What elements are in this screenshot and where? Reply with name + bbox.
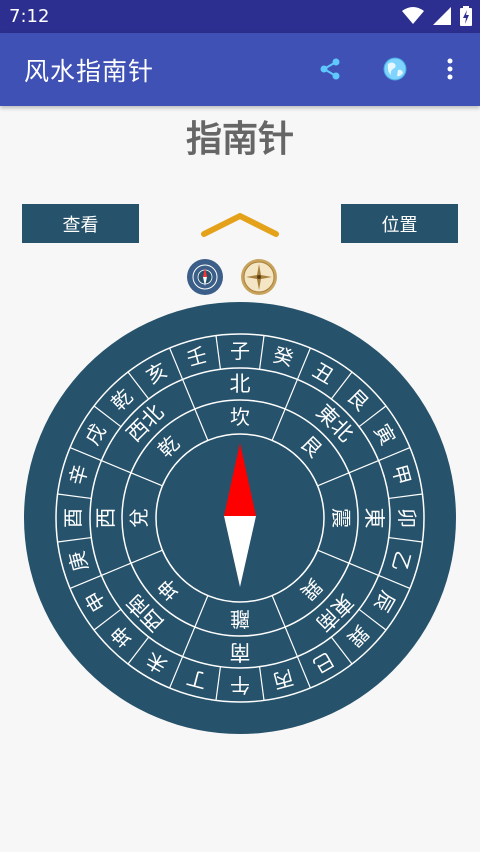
trigram-label: 兌 — [127, 508, 151, 528]
compass-style-1-button[interactable] — [186, 258, 224, 296]
wifi-icon — [402, 7, 424, 24]
globe-icon — [383, 57, 407, 81]
direction-indicator-icon — [201, 213, 279, 237]
mountain-label: 子 — [230, 339, 250, 363]
globe-button[interactable] — [377, 51, 413, 87]
direction-label: 北 — [230, 372, 251, 396]
overflow-menu-button[interactable] — [432, 51, 468, 87]
status-time: 7:12 — [9, 6, 50, 27]
mountain-label: 酉 — [61, 508, 85, 528]
compass-style-2-button[interactable] — [240, 258, 278, 296]
mountain-label: 午 — [230, 673, 250, 697]
mountain-label: 卯 — [395, 508, 419, 528]
signal-icon — [433, 7, 451, 25]
trigram-label: 坎 — [230, 405, 250, 429]
golden-compass-thumbnail-icon — [241, 259, 277, 295]
location-button[interactable]: 位置 — [341, 204, 458, 243]
trigram-label: 震 — [329, 508, 353, 528]
battery-icon — [460, 6, 472, 26]
status-bar: 7:12 — [0, 0, 480, 33]
share-icon — [320, 58, 340, 80]
direction-label: 西 — [94, 508, 118, 529]
direction-label: 南 — [230, 640, 251, 664]
share-button[interactable] — [312, 51, 348, 87]
feng-shui-compass[interactable]: 0102030405060708090100110120130140150160… — [17, 295, 463, 741]
status-icons — [402, 6, 472, 26]
page-title: 指南针 — [185, 119, 294, 160]
view-button[interactable]: 查看 — [22, 204, 139, 243]
trigram-label: 離 — [230, 607, 250, 631]
more-vertical-icon — [447, 58, 453, 80]
direction-label: 東 — [362, 508, 386, 529]
app-title: 风水指南针 — [24, 57, 155, 86]
luopan-thumbnail-icon — [187, 259, 223, 295]
compass-dial: 0102030405060708090100110120130140150160… — [24, 302, 456, 734]
app-bar: 风水指南针 — [0, 33, 480, 106]
